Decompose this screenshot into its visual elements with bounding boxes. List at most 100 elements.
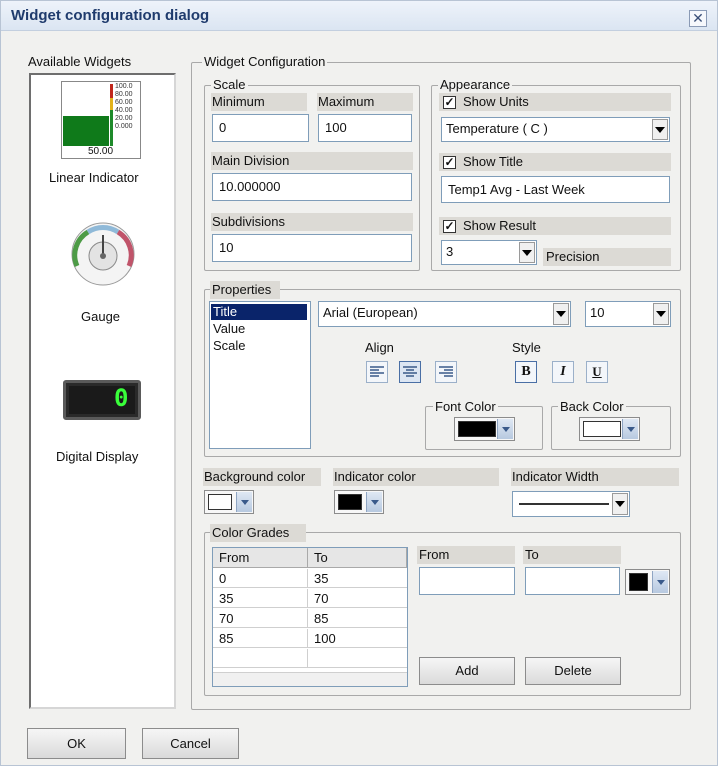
- table-cell-to[interactable]: 100: [308, 629, 407, 648]
- chevron-down-icon[interactable]: [653, 303, 669, 325]
- table-cell-empty[interactable]: [213, 649, 308, 668]
- properties-list[interactable]: Title Value Scale: [209, 301, 311, 449]
- chevron-down-icon[interactable]: [366, 492, 382, 512]
- gauge-widget[interactable]: Gauge: [31, 215, 174, 325]
- table-scrollbar[interactable]: [213, 672, 407, 686]
- title-field[interactable]: Temp1 Avg - Last Week: [441, 176, 670, 203]
- table-cell-empty[interactable]: [308, 649, 407, 668]
- chevron-down-icon[interactable]: [519, 242, 535, 263]
- show-result-checkbox[interactable]: ✓: [443, 220, 456, 233]
- chevron-down-icon[interactable]: [652, 571, 668, 593]
- indicator-color-label: Indicator color: [333, 468, 499, 486]
- color-grades-legend: Color Grades: [210, 524, 306, 542]
- indicator-color-swatch: [338, 494, 362, 510]
- table-cell-from[interactable]: 35: [213, 589, 308, 608]
- linear-indicator-label: Linear Indicator: [49, 170, 139, 185]
- show-title-label: Show Title: [463, 154, 523, 169]
- cancel-button[interactable]: Cancel: [142, 728, 239, 759]
- ok-button[interactable]: OK: [27, 728, 126, 759]
- italic-button[interactable]: I: [552, 361, 574, 383]
- show-units-checkbox[interactable]: ✓: [443, 96, 456, 109]
- precision-dropdown[interactable]: 3: [441, 240, 537, 265]
- widget-config-dialog: Widget configuration dialog ✕ Available …: [0, 0, 718, 766]
- grade-color-picker[interactable]: [625, 569, 670, 595]
- chevron-down-icon[interactable]: [236, 492, 252, 512]
- linear-indicator-widget[interactable]: 100.0 80.00 60.00 40.00 20.00 0.000 50.0…: [31, 75, 174, 185]
- gauge-icon: [71, 222, 135, 286]
- units-dropdown[interactable]: Temperature ( C ): [441, 117, 670, 142]
- back-color-picker[interactable]: [579, 417, 640, 441]
- table-cell-to[interactable]: 85: [308, 609, 407, 628]
- minimum-field[interactable]: 0: [212, 114, 309, 142]
- minimum-label: Minimum: [211, 93, 307, 111]
- show-title-checkbox[interactable]: ✓: [443, 156, 456, 169]
- table-cell-from[interactable]: 70: [213, 609, 308, 628]
- font-color-swatch: [458, 421, 496, 437]
- italic-icon: I: [560, 364, 566, 379]
- delete-grade-button[interactable]: Delete: [525, 657, 621, 685]
- color-grades-table[interactable]: From To 0 35 35 70 70 85 85 100: [212, 547, 408, 687]
- show-units-row: Show Units: [439, 93, 671, 111]
- add-grade-button[interactable]: Add: [419, 657, 515, 685]
- main-division-field[interactable]: 10.000000: [212, 173, 412, 201]
- table-cell-from[interactable]: 0: [213, 569, 308, 588]
- close-icon[interactable]: ✕: [689, 10, 707, 27]
- chevron-down-icon[interactable]: [612, 493, 628, 515]
- chevron-down-icon[interactable]: [652, 119, 668, 140]
- maximum-field[interactable]: 100: [318, 114, 412, 142]
- table-cell-to[interactable]: 70: [308, 589, 407, 608]
- font-value: Arial (European): [323, 305, 418, 320]
- widget-configuration-legend: Widget Configuration: [202, 54, 328, 69]
- grade-to-field[interactable]: [525, 567, 620, 595]
- style-label: Style: [512, 340, 541, 355]
- column-header-from[interactable]: From: [213, 548, 308, 568]
- digital-display-label: Digital Display: [56, 449, 139, 464]
- chevron-down-icon[interactable]: [622, 419, 638, 439]
- align-label: Align: [365, 340, 394, 355]
- scale-legend: Scale: [211, 77, 248, 92]
- grade-from-field[interactable]: [419, 567, 515, 595]
- subdivisions-label: Subdivisions: [211, 213, 413, 231]
- font-color-label: Font Color: [433, 399, 498, 414]
- indicator-width-dropdown[interactable]: [512, 491, 630, 517]
- digital-display-widget[interactable]: 0 Digital Display: [31, 370, 174, 470]
- main-division-label: Main Division: [211, 152, 413, 170]
- back-color-label: Back Color: [558, 399, 626, 414]
- subdivisions-field[interactable]: 10: [212, 234, 412, 262]
- title-bar: Widget configuration dialog ✕: [1, 1, 717, 31]
- bold-button[interactable]: B: [515, 361, 537, 383]
- chevron-down-icon[interactable]: [497, 419, 513, 439]
- show-title-row: Show Title: [439, 153, 671, 171]
- table-cell-to[interactable]: 35: [308, 569, 407, 588]
- underline-icon: U: [592, 364, 602, 379]
- digital-display-icon: 0: [63, 380, 141, 420]
- dialog-title: Widget configuration dialog: [11, 7, 210, 24]
- table-cell-from[interactable]: 85: [213, 629, 308, 648]
- properties-item-value[interactable]: Value: [211, 321, 307, 337]
- align-right-icon[interactable]: [435, 361, 457, 383]
- background-color-swatch: [208, 494, 232, 510]
- underline-button[interactable]: U: [586, 361, 608, 383]
- maximum-label: Maximum: [317, 93, 413, 111]
- font-size-dropdown[interactable]: 10: [585, 301, 671, 327]
- align-center-icon[interactable]: [399, 361, 421, 383]
- available-widgets-panel: 100.0 80.00 60.00 40.00 20.00 0.000 50.0…: [29, 73, 176, 709]
- line-width-preview: [519, 503, 609, 505]
- units-value: Temperature ( C ): [446, 121, 548, 136]
- indicator-color-picker[interactable]: [334, 490, 384, 514]
- indicator-width-label: Indicator Width: [511, 468, 679, 486]
- indicator-fill: [63, 116, 109, 146]
- chevron-down-icon[interactable]: [553, 303, 569, 325]
- font-color-picker[interactable]: [454, 417, 515, 441]
- column-header-to[interactable]: To: [308, 548, 407, 568]
- properties-item-scale[interactable]: Scale: [211, 338, 307, 354]
- properties-item-title[interactable]: Title: [211, 304, 307, 320]
- grade-to-label: To: [523, 546, 621, 564]
- background-color-picker[interactable]: [204, 490, 254, 514]
- align-left-icon[interactable]: [366, 361, 388, 383]
- font-dropdown[interactable]: Arial (European): [318, 301, 571, 327]
- background-color-label: Background color: [203, 468, 321, 486]
- properties-legend: Properties: [210, 281, 280, 299]
- bold-icon: B: [521, 364, 531, 379]
- font-size-value: 10: [590, 305, 605, 320]
